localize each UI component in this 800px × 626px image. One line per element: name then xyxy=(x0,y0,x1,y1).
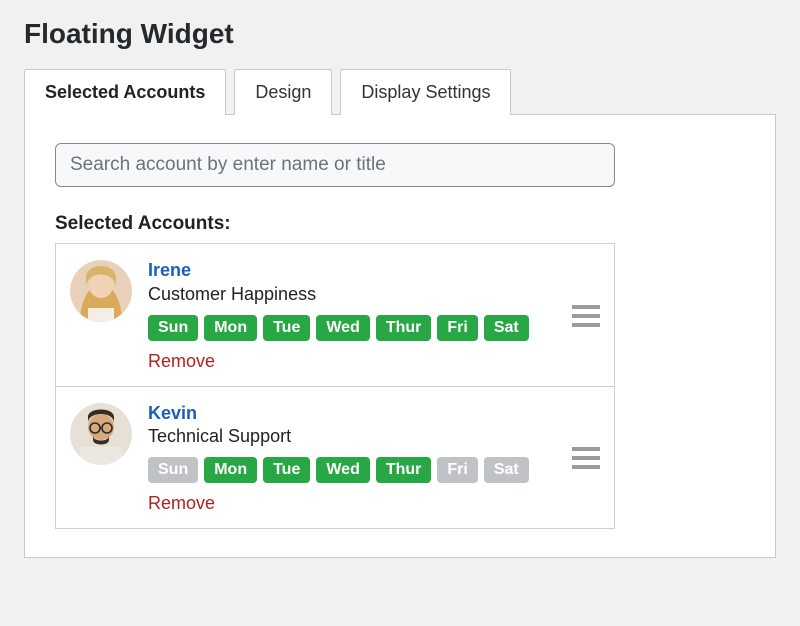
search-input[interactable] xyxy=(55,143,615,187)
account-body: Irene Customer Happiness Sun Mon Tue Wed… xyxy=(148,260,556,372)
account-title: Customer Happiness xyxy=(148,284,556,305)
day-badge-tue[interactable]: Tue xyxy=(263,457,310,483)
account-row: Kevin Technical Support Sun Mon Tue Wed … xyxy=(56,386,614,529)
day-badge-thur[interactable]: Thur xyxy=(376,315,432,341)
remove-button[interactable]: Remove xyxy=(148,351,215,372)
tabs-bar: Selected Accounts Design Display Setting… xyxy=(24,68,776,115)
day-badge-sat[interactable]: Sat xyxy=(484,315,529,341)
day-badge-wed[interactable]: Wed xyxy=(316,457,369,483)
tab-panel: Selected Accounts: xyxy=(24,115,776,558)
day-badge-sat[interactable]: Sat xyxy=(484,457,529,483)
day-badge-fri[interactable]: Fri xyxy=(437,457,477,483)
selected-accounts-label: Selected Accounts: xyxy=(55,213,745,235)
account-body: Kevin Technical Support Sun Mon Tue Wed … xyxy=(148,403,556,515)
day-badge-thur[interactable]: Thur xyxy=(376,457,432,483)
remove-button[interactable]: Remove xyxy=(148,493,215,514)
day-badge-sun[interactable]: Sun xyxy=(148,457,198,483)
page-title: Floating Widget xyxy=(24,18,776,50)
day-badge-tue[interactable]: Tue xyxy=(263,315,310,341)
account-name[interactable]: Kevin xyxy=(148,403,556,425)
avatar xyxy=(70,260,132,322)
day-badge-mon[interactable]: Mon xyxy=(204,457,257,483)
day-badges: Sun Mon Tue Wed Thur Fri Sat xyxy=(148,315,556,341)
tab-display-settings[interactable]: Display Settings xyxy=(340,69,511,115)
day-badges: Sun Mon Tue Wed Thur Fri Sat xyxy=(148,457,556,483)
account-name[interactable]: Irene xyxy=(148,260,556,282)
tab-design[interactable]: Design xyxy=(234,69,332,115)
accounts-list: Irene Customer Happiness Sun Mon Tue Wed… xyxy=(55,243,615,529)
day-badge-fri[interactable]: Fri xyxy=(437,315,477,341)
account-title: Technical Support xyxy=(148,426,556,447)
drag-handle-icon[interactable] xyxy=(572,447,600,469)
tab-selected-accounts[interactable]: Selected Accounts xyxy=(24,69,226,115)
day-badge-sun[interactable]: Sun xyxy=(148,315,198,341)
account-row: Irene Customer Happiness Sun Mon Tue Wed… xyxy=(56,244,614,386)
drag-handle-icon[interactable] xyxy=(572,305,600,327)
day-badge-wed[interactable]: Wed xyxy=(316,315,369,341)
day-badge-mon[interactable]: Mon xyxy=(204,315,257,341)
avatar xyxy=(70,403,132,465)
